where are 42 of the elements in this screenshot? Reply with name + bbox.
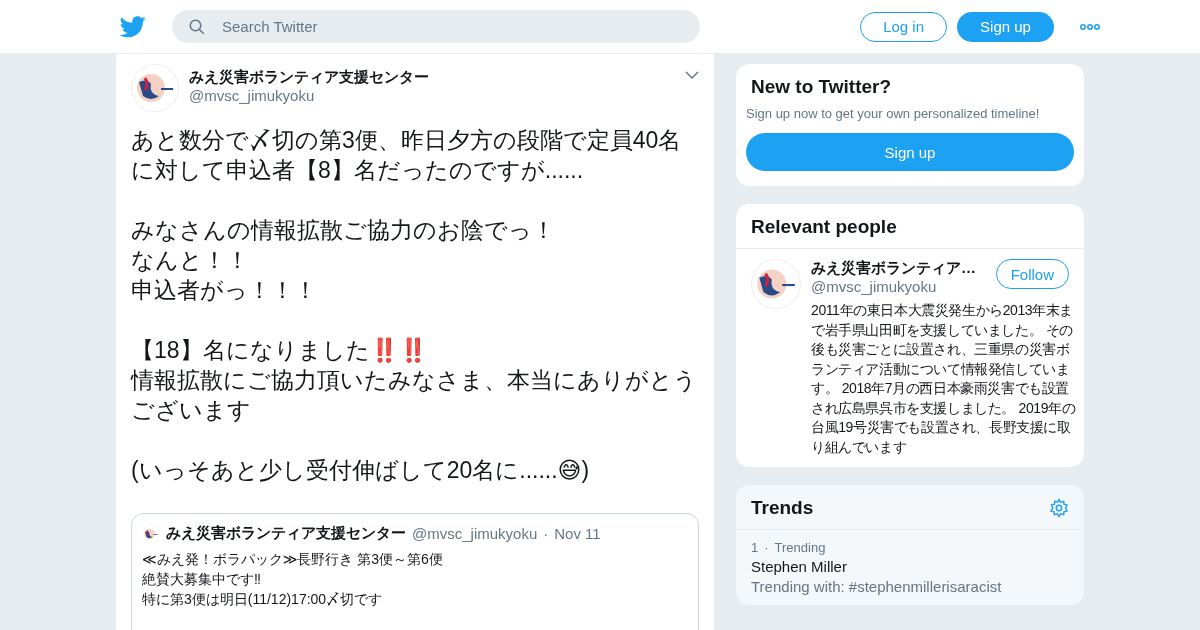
signup-button[interactable]: Sign up: [746, 133, 1074, 171]
separator: ·: [543, 525, 549, 542]
tweet-text: 【18】名になりました‼‼: [131, 336, 429, 365]
bird-logo-icon[interactable]: [120, 15, 146, 38]
quoted-tweet[interactable]: みえ災害ボランティア支援センター @mvsc_jimukyoku · Nov 11 ≪みえ発！ボラパック≫長野行き 第3便～第6便 絶賛大募集中です‼ 特に第3便は明日(11/12)17:00〆切です: [131, 513, 699, 630]
person-name[interactable]: みえ災害ボランティア…: [811, 259, 976, 278]
trend-name[interactable]: Stephen Miller: [751, 558, 1069, 575]
tweet-text: みなさんの情報拡散ご協力のお陰でっ！: [131, 216, 556, 245]
search-icon: [188, 18, 206, 36]
settings-icon[interactable]: [1049, 498, 1069, 518]
card-title: Relevant people: [751, 216, 897, 238]
tweet-text: なんと！！: [131, 246, 250, 275]
quoted-date: Nov 11: [554, 525, 601, 542]
avatar-logo[interactable]: [751, 259, 801, 309]
quoted-text: 特に第3便は明日(11/12)17:00〆切です: [142, 590, 384, 609]
author-name: みえ災害ボランティア支援センター: [189, 68, 430, 87]
quoted-author-name: みえ災害ボランティア支援センター: [166, 524, 406, 543]
chevron-down-icon[interactable]: [685, 70, 699, 80]
separator: ·: [764, 540, 769, 555]
card-title: Trends: [751, 497, 814, 519]
avatar-logo[interactable]: [131, 64, 179, 112]
follow-button[interactable]: Follow: [995, 259, 1069, 289]
avatar-logo[interactable]: [142, 524, 160, 543]
search-field[interactable]: Search Twitter: [172, 10, 700, 43]
tweet-text: (いっそあと少し受付伸ばして20名に......😅): [131, 456, 591, 485]
author-handle: @mvsc_jimukyoku: [189, 87, 316, 104]
card-subtitle: Sign up now to get your own personalized timeline!: [745, 106, 1041, 123]
quoted-text: ≪みえ発！ボラパック≫長野行き 第3便～第6便: [142, 550, 444, 569]
quoted-text: 絶賛大募集中です‼: [142, 570, 262, 589]
quoted-author-handle: @mvsc_jimukyoku: [412, 525, 538, 542]
signup-button[interactable]: Sign up: [957, 11, 1054, 42]
tweet-text: あと数分で〆切の第3便、昨日夕方の段階で定員40名に対して申込者【8】名だったのですが......: [131, 126, 683, 185]
trend-context: Trending: [774, 540, 826, 555]
person-bio: 2011年の東日本大震災発生から2013年末まで岩手県山田町を支援していました。 その後も災害ごとに設置され、三重県の災害ボランティア活動について情報発信しています。 2018年7月の西日本豪雨災害でも設置され広島県呉市を支援しました。 2019年の台風19号災害でも設置され、長野支援に取り組んでいます: [811, 301, 1077, 457]
trend-rank: 1: [751, 540, 759, 555]
trend-detail: Trending with: #stephenmillerisaracist: [751, 578, 1003, 595]
tweet-text: 情報拡散にご協力頂いたみなさま、本当にありがとうございます: [131, 366, 698, 425]
person-handle: @mvsc_jimukyoku: [811, 278, 938, 295]
tweet-text: 申込者がっ！！！: [131, 276, 318, 305]
card-title: New to Twitter?: [751, 76, 892, 98]
more-icon[interactable]: [1080, 23, 1100, 30]
login-button[interactable]: Log in: [860, 11, 947, 42]
